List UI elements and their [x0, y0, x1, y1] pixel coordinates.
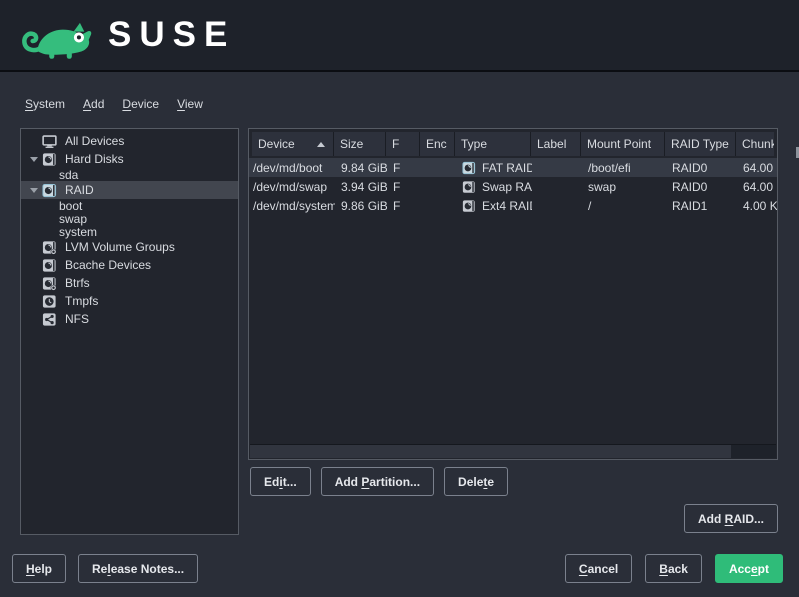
tree-item-label: Tmpfs: [65, 294, 98, 308]
tree-item-system[interactable]: system: [21, 225, 238, 238]
table-row-md-system[interactable]: /dev/md/system 9.86 GiB F Ext4 RAID / RA…: [249, 196, 777, 215]
tree-item-label: boot: [59, 199, 82, 213]
tree-item-btrfs[interactable]: Btrfs: [21, 274, 238, 292]
tmpfs-clock-icon: [42, 294, 57, 309]
add-raid-button[interactable]: Add RAID...: [684, 504, 778, 533]
menu-device[interactable]: Device: [115, 95, 166, 113]
table-action-buttons: Edit... Add Partition... Delete: [250, 467, 508, 496]
suse-chameleon-icon: [20, 10, 96, 60]
disk-icon: [462, 180, 476, 194]
cancel-button[interactable]: Cancel: [565, 554, 632, 583]
btrfs-disk-icon: [42, 276, 57, 291]
device-tree-panel: All Devices Hard Disks sda RAID boot swa…: [20, 128, 239, 535]
tree-item-swap[interactable]: swap: [21, 212, 238, 225]
column-header-enc[interactable]: Enc: [420, 132, 455, 156]
table-row-md-swap[interactable]: /dev/md/swap 3.94 GiB F Swap RAID swap R…: [249, 177, 777, 196]
disk-icon: [462, 199, 476, 213]
column-header-mount-point[interactable]: Mount Point: [581, 132, 665, 156]
column-header-f[interactable]: F: [386, 132, 420, 156]
tree-item-nfs[interactable]: NFS: [21, 310, 238, 328]
tree-item-sda[interactable]: sda: [21, 168, 238, 181]
tree-item-label: Bcache Devices: [65, 258, 151, 272]
column-header-raid-type[interactable]: RAID Type: [665, 132, 736, 156]
raid-disk-icon: [42, 183, 57, 198]
nfs-share-icon: [42, 312, 57, 327]
chevron-down-icon[interactable]: [26, 157, 42, 162]
menu-bar: System Add Device View: [18, 95, 210, 113]
accept-button[interactable]: Accept: [715, 554, 783, 583]
tree-item-label: swap: [59, 212, 87, 226]
add-partition-button[interactable]: Add Partition...: [321, 467, 434, 496]
back-button[interactable]: Back: [645, 554, 702, 583]
sort-ascending-icon: [317, 142, 325, 147]
tree-item-boot[interactable]: boot: [21, 199, 238, 212]
column-header-device[interactable]: Device: [252, 132, 334, 156]
tree-item-tmpfs[interactable]: Tmpfs: [21, 292, 238, 310]
hard-disk-icon: [42, 152, 57, 167]
tree-item-label: NFS: [65, 312, 89, 326]
menu-view[interactable]: View: [170, 95, 210, 113]
table-header-row: Device Size F Enc Type Label Mount Point…: [252, 132, 774, 156]
lvm-disk-icon: [42, 240, 57, 255]
computer-icon: [42, 134, 57, 149]
column-header-label[interactable]: Label: [531, 132, 581, 156]
suse-logo: SUSE: [20, 10, 235, 60]
chevron-down-icon[interactable]: [26, 188, 42, 193]
tree-item-label: Btrfs: [65, 276, 90, 290]
tree-item-label: sda: [59, 168, 78, 182]
tree-item-label: system: [59, 225, 97, 239]
help-button[interactable]: Help: [12, 554, 66, 583]
tree-item-hard-disks[interactable]: Hard Disks: [21, 150, 238, 168]
hard-disk-icon: [42, 258, 57, 273]
title-bar: SUSE: [0, 0, 799, 72]
tree-item-label: RAID: [65, 183, 94, 197]
brand-wordmark: SUSE: [108, 15, 235, 55]
tree-item-bcache-devices[interactable]: Bcache Devices: [21, 256, 238, 274]
edit-button[interactable]: Edit...: [250, 467, 311, 496]
footer-left-buttons: Help Release Notes...: [12, 554, 198, 583]
menu-add[interactable]: Add: [76, 95, 111, 113]
tree-item-label: Hard Disks: [65, 152, 124, 166]
menu-system[interactable]: System: [18, 95, 72, 113]
disk-icon: [462, 161, 476, 175]
tree-item-all-devices[interactable]: All Devices: [21, 132, 238, 150]
column-header-type[interactable]: Type: [455, 132, 531, 156]
column-header-size[interactable]: Size: [334, 132, 386, 156]
tree-item-lvm-volume-groups[interactable]: LVM Volume Groups: [21, 238, 238, 256]
release-notes-button[interactable]: Release Notes...: [78, 554, 198, 583]
horizontal-scrollbar[interactable]: [250, 444, 776, 458]
delete-button[interactable]: Delete: [444, 467, 508, 496]
table-row-md-boot[interactable]: /dev/md/boot 9.84 GiB F FAT RAID /boot/e…: [249, 158, 777, 177]
scrollbar-thumb[interactable]: [250, 445, 731, 458]
tree-item-label: LVM Volume Groups: [65, 240, 175, 254]
tree-item-label: All Devices: [65, 134, 124, 148]
column-header-chunk[interactable]: Chunk: [736, 132, 774, 156]
tree-item-raid[interactable]: RAID: [21, 181, 238, 199]
device-table: Device Size F Enc Type Label Mount Point…: [248, 128, 778, 460]
footer-right-buttons: Cancel Back Accept: [565, 554, 783, 583]
